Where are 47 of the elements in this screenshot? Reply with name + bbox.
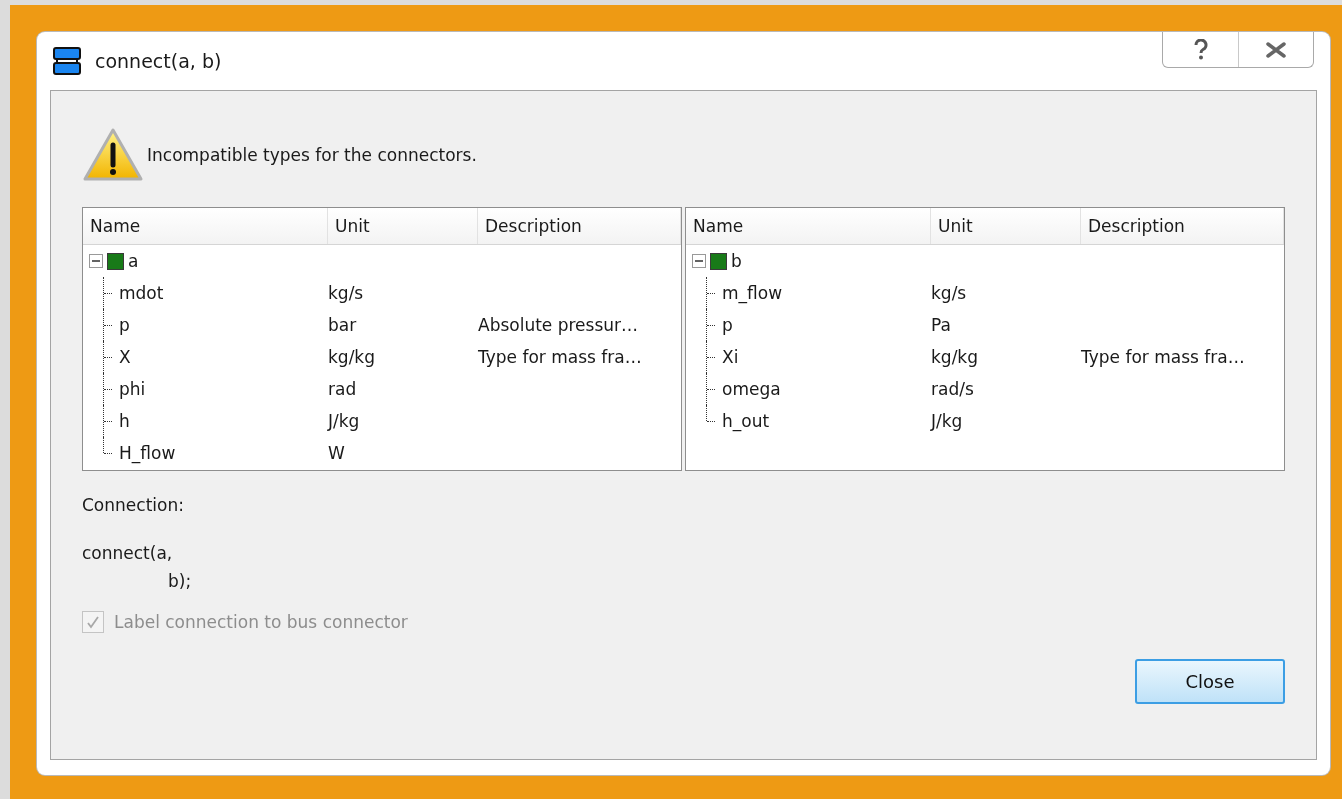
unit-cell-text: bar [328, 315, 358, 335]
code-line: b); [167, 571, 193, 591]
tree-item[interactable]: mdot [117, 283, 164, 303]
tree-item[interactable]: h [117, 411, 130, 431]
code-line: connect(a, [82, 543, 174, 563]
tree-item[interactable]: phi [117, 379, 146, 399]
connector-tree[interactable]: Name Unit Description a mdot kg/s p bar Absolute pressur… X kg/kg Type for mass fra… phi rad h J/kg H_flow W [82, 207, 682, 471]
window-title: connect(a, b) [95, 50, 222, 72]
tree-item[interactable]: h_out [720, 411, 770, 431]
column-header[interactable]: Name [686, 208, 931, 244]
unit-cell-text: rad/s [931, 379, 975, 399]
unit-cell-text: J/kg [931, 411, 964, 431]
checkmark-icon [86, 615, 100, 629]
tree-item[interactable]: Xi [720, 347, 739, 367]
description-cell-text: Absolute pressur… [478, 315, 640, 335]
column-header[interactable]: Name [83, 208, 328, 244]
warning-message: Incompatible types for the connectors. [147, 145, 477, 165]
tree-item[interactable]: a [128, 251, 139, 271]
collapse-icon[interactable] [89, 254, 103, 268]
tree-item[interactable]: p [720, 315, 733, 335]
unit-cell-text: Pa [931, 315, 952, 335]
tree-item[interactable]: X [117, 347, 131, 367]
column-header[interactable]: Description [1081, 208, 1284, 244]
description-cell-text: Type for mass fra… [1081, 347, 1246, 367]
checkbox-label: Label connection to bus connector [114, 612, 408, 632]
column-header[interactable]: Unit [931, 208, 1081, 244]
tree-item[interactable]: omega [720, 379, 781, 399]
description-cell-text: Type for mass fra… [478, 347, 643, 367]
close-button[interactable]: Close [1135, 659, 1285, 704]
unit-cell-text: kg/kg [328, 347, 376, 367]
warning-icon [82, 127, 144, 183]
unit-cell-text: kg/s [328, 283, 365, 303]
connector-tree[interactable]: Name Unit Description b m_flow kg/s p Pa Xi kg/kg Type for mass fra… omega rad/s h_out J/kg [685, 207, 1285, 471]
tree-item[interactable]: b [731, 251, 742, 271]
tree-item[interactable]: H_flow [117, 443, 176, 463]
window-icon [51, 45, 83, 77]
collapse-icon[interactable] [692, 254, 706, 268]
unit-cell-text: W [328, 443, 346, 463]
connection-label: Connection: [82, 495, 185, 515]
tree-item[interactable]: m_flow [720, 283, 783, 303]
tree-item[interactable]: p [117, 315, 130, 335]
unit-cell-text: kg/kg [931, 347, 979, 367]
column-header[interactable]: Unit [328, 208, 478, 244]
column-header[interactable]: Description [478, 208, 681, 244]
unit-cell-text: rad [328, 379, 358, 399]
unit-cell-text: kg/s [931, 283, 968, 303]
unit-cell-text: J/kg [328, 411, 361, 431]
